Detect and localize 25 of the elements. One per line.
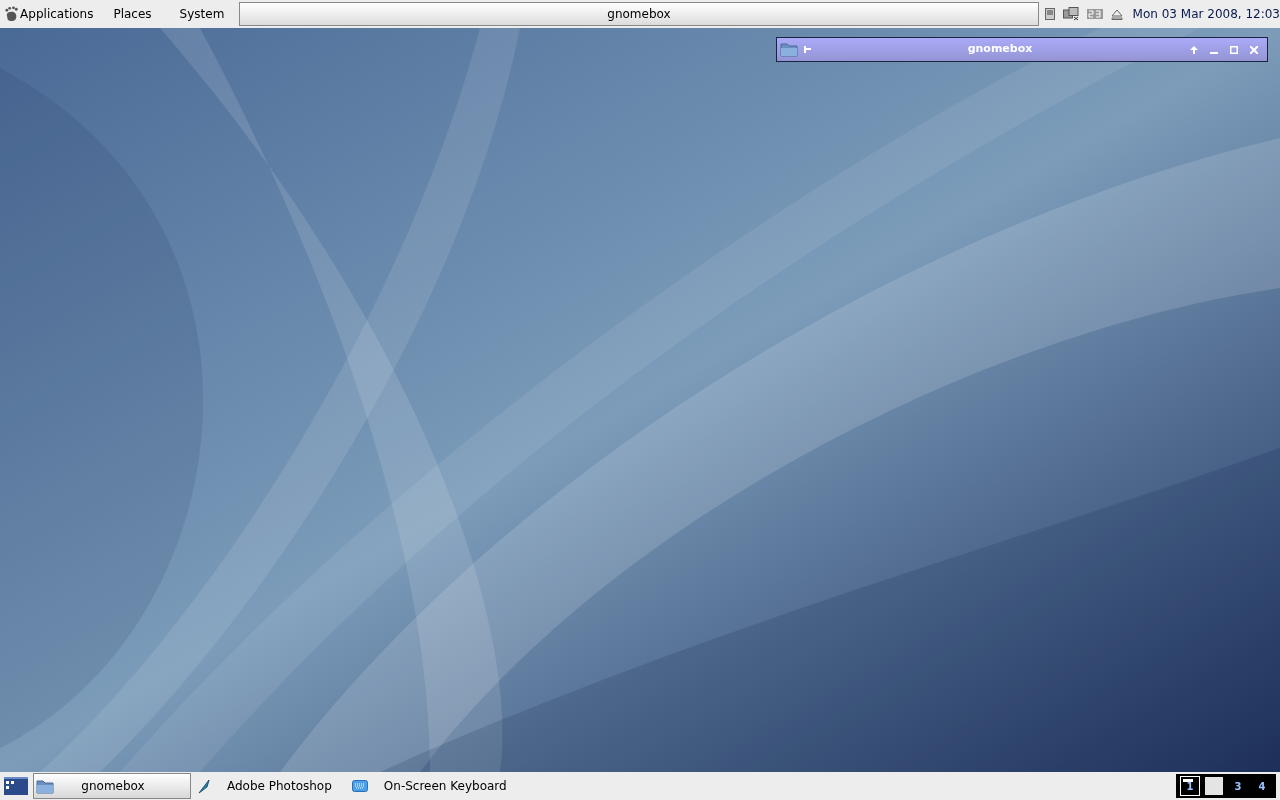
workspace-button[interactable]: [1204, 776, 1224, 796]
feather-icon: [197, 778, 211, 794]
pin-icon[interactable]: [804, 46, 810, 53]
computer-icon[interactable]: [1044, 8, 1055, 20]
menu-item[interactable]: Applications: [19, 5, 95, 23]
taskbar-button[interactable]: Adobe Photoshop: [191, 773, 338, 799]
workspace-button[interactable]: 1: [1180, 776, 1200, 796]
keyboard-icon: [351, 780, 368, 792]
maximize-icon[interactable]: [1230, 45, 1238, 54]
arrow-up-icon[interactable]: [1190, 45, 1198, 54]
menu-item[interactable]: System: [178, 5, 226, 23]
eject-icon[interactable]: [1110, 8, 1123, 20]
folder-icon: [780, 42, 798, 57]
menu-item[interactable]: Places: [112, 5, 153, 23]
show-desktop-icon[interactable]: [4, 777, 28, 795]
window-title: gnomebox: [966, 41, 1034, 58]
close-icon[interactable]: [1250, 45, 1258, 54]
network-icon[interactable]: [1062, 7, 1079, 21]
clock[interactable]: Mon 03 Mar 2008, 12:03: [1132, 5, 1280, 23]
s3-icon[interactable]: [1086, 9, 1103, 19]
folder-icon: [36, 778, 54, 794]
taskbar-button[interactable]: gnomebox: [33, 773, 191, 799]
taskbar-button[interactable]: On-Screen Keyboard: [345, 773, 513, 799]
window-title-field[interactable]: gnomebox: [239, 2, 1039, 26]
foot-logo-icon: [4, 5, 20, 23]
